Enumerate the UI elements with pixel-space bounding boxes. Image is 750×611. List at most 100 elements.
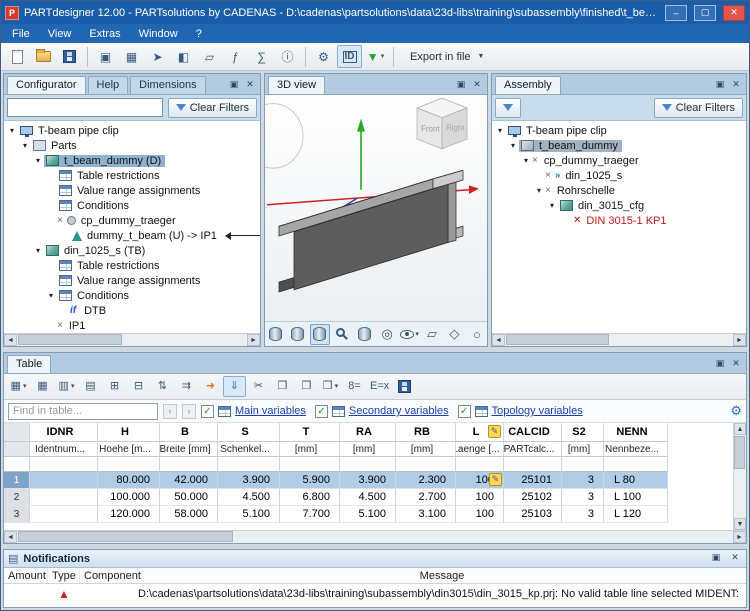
tab-3d-view[interactable]: 3D view (268, 76, 325, 94)
table-cell[interactable]: 4.500 (340, 489, 396, 506)
secondary-variables-checkbox[interactable]: ✓ (315, 405, 328, 418)
take-line-icon[interactable]: ⇓ (223, 376, 246, 397)
tree-item-dtb[interactable]: ifDTB (4, 303, 260, 318)
horizontal-scrollbar[interactable]: ◄ ► (4, 333, 260, 346)
tree-item-t-beam-dummy-d[interactable]: ▾t_beam_dummy (D) (4, 153, 260, 168)
float-panel-icon[interactable]: ▣ (454, 77, 468, 91)
scroll-down-icon[interactable]: ▼ (734, 518, 746, 530)
expander-icon[interactable]: ▾ (19, 141, 31, 150)
horizontal-scrollbar[interactable]: ◄ ► (492, 333, 746, 346)
menu-extras[interactable]: Extras (80, 26, 129, 42)
tree-item-t-beam-pipe-clip[interactable]: ▾T-beam pipe clip (4, 123, 260, 138)
float-panel-icon[interactable]: ▣ (709, 550, 723, 564)
export-in-file-button[interactable]: Export in file ▼ (399, 46, 495, 68)
expander-icon[interactable]: ▾ (45, 291, 57, 300)
save-table-icon[interactable] (393, 376, 416, 397)
scroll-track[interactable] (17, 531, 733, 543)
value-format-icon[interactable]: 8= (343, 376, 366, 397)
tree-item-value-range-assignments[interactable]: Value range assignments (4, 273, 260, 288)
table-cell[interactable]: 3.900 (340, 472, 396, 489)
filter-cell-l[interactable] (456, 457, 504, 472)
column-header-idnr[interactable]: IDNR (30, 423, 98, 442)
row-number[interactable]: 2 (4, 489, 30, 506)
table-cell[interactable]: 2.300 (396, 472, 456, 489)
tree-item-conditions[interactable]: ▾Conditions (4, 288, 260, 303)
topology-variables-checkbox[interactable]: ✓ (458, 405, 471, 418)
tree-item-parts[interactable]: ▾Parts (4, 138, 260, 153)
topology-variables-link[interactable]: Topology variables (492, 405, 583, 417)
float-panel-icon[interactable]: ▣ (713, 77, 727, 91)
pan-view-icon[interactable] (355, 324, 375, 345)
column-header-ra[interactable]: RA (340, 423, 396, 442)
table-cell[interactable]: 3.900 (218, 472, 280, 489)
scroll-right-icon[interactable]: ► (733, 531, 746, 543)
vertical-scrollbar[interactable]: ▲ ▼ (733, 423, 746, 530)
float-panel-icon[interactable]: ▣ (713, 356, 727, 370)
close-panel-icon[interactable]: ✕ (243, 77, 257, 91)
visibility-options-icon[interactable]: ▾ (399, 324, 420, 345)
wireframe-view-icon[interactable] (310, 324, 330, 345)
menu-help[interactable]: ? (187, 26, 211, 42)
table-cell[interactable]: 3 (562, 472, 604, 489)
table-cell[interactable]: 25102 (504, 489, 562, 506)
row-delete-icon[interactable]: ⊟ (127, 376, 150, 397)
configurator-filter-input[interactable] (7, 98, 163, 117)
new-file-icon[interactable] (5, 45, 30, 68)
table-cell[interactable]: 100✎ (456, 472, 504, 489)
filter-cell-rb[interactable] (396, 457, 456, 472)
maximize-button[interactable]: ▢ (694, 5, 716, 21)
tree-item-t-beam-dummy[interactable]: ▾t_beam_dummy (492, 138, 746, 153)
scroll-thumb[interactable] (18, 531, 233, 542)
formula-icon[interactable]: ∑ (249, 45, 274, 68)
table-cell[interactable]: 5.900 (280, 472, 340, 489)
tree-item-table-restrictions[interactable]: Table restrictions (4, 258, 260, 273)
rows-transfer-icon[interactable]: ⇉ (175, 376, 198, 397)
shaded-edges-view-icon[interactable] (287, 324, 307, 345)
table-cell[interactable]: 100.000 (98, 489, 160, 506)
filter-cell-s2[interactable] (562, 457, 604, 472)
tree-item-din-3015-1-kp1[interactable]: ✕DIN 3015-1 KP1 (492, 213, 746, 228)
scroll-thumb[interactable] (18, 334, 122, 345)
selection-mode-icon[interactable]: ➤ (145, 45, 170, 68)
scroll-left-icon[interactable]: ◄ (492, 334, 505, 346)
column-header-b[interactable]: B (160, 423, 218, 442)
tab-configurator[interactable]: Configurator (7, 76, 86, 94)
find-in-table-input[interactable] (8, 403, 158, 420)
table-cell[interactable]: 3.100 (396, 506, 456, 523)
table-settings-gear-icon[interactable]: ⚙ (730, 403, 742, 419)
table-cell[interactable]: 25103 (504, 506, 562, 523)
tab-help[interactable]: Help (88, 76, 129, 94)
scroll-thumb[interactable] (506, 334, 609, 345)
tree-item-table-restrictions[interactable]: Table restrictions (4, 168, 260, 183)
tab-dimensions[interactable]: Dimensions (130, 76, 205, 94)
minimize-button[interactable]: – (665, 5, 687, 21)
scroll-right-icon[interactable]: ► (247, 334, 260, 346)
row-number[interactable]: 3 (4, 506, 30, 523)
tree-item-din-3015-cfg[interactable]: ▾din_3015_cfg (492, 198, 746, 213)
scroll-up-icon[interactable]: ▲ (734, 423, 746, 435)
tree-item-rohrschelle[interactable]: ▾×Rohrschelle (492, 183, 746, 198)
apply-row-icon[interactable]: ➜ (199, 376, 222, 397)
rows-reorder-icon[interactable]: ⇅ (151, 376, 174, 397)
rotate-view-icon[interactable]: ◎ (377, 324, 397, 345)
row-number[interactable]: 1 (4, 472, 30, 489)
find-next-icon[interactable]: › (182, 404, 196, 419)
scroll-track[interactable] (505, 334, 733, 346)
main-variables-link[interactable]: Main variables (235, 405, 306, 417)
expander-icon[interactable]: ▾ (520, 156, 532, 165)
scroll-thumb[interactable] (734, 436, 745, 469)
panel-splitter[interactable] (1, 544, 749, 547)
main-variables-checkbox[interactable]: ✓ (201, 405, 214, 418)
expander-icon[interactable]: ▾ (533, 186, 545, 195)
table-cell[interactable]: 80.000 (98, 472, 160, 489)
navigation-cube[interactable]: Front Right (417, 98, 467, 149)
isometric-view-icon[interactable]: ◇ (444, 324, 464, 345)
tree-item-value-range-assignments[interactable]: Value range assignments (4, 183, 260, 198)
table-cell[interactable]: L 100 (604, 489, 668, 506)
column-header-h[interactable]: H (98, 423, 160, 442)
scroll-track[interactable] (734, 435, 746, 518)
page-layout-icon[interactable]: ▦ (119, 45, 144, 68)
horizontal-scrollbar[interactable]: ◄ ► (4, 530, 746, 543)
open-folder-icon[interactable] (31, 45, 56, 68)
table-cell[interactable] (30, 472, 98, 489)
